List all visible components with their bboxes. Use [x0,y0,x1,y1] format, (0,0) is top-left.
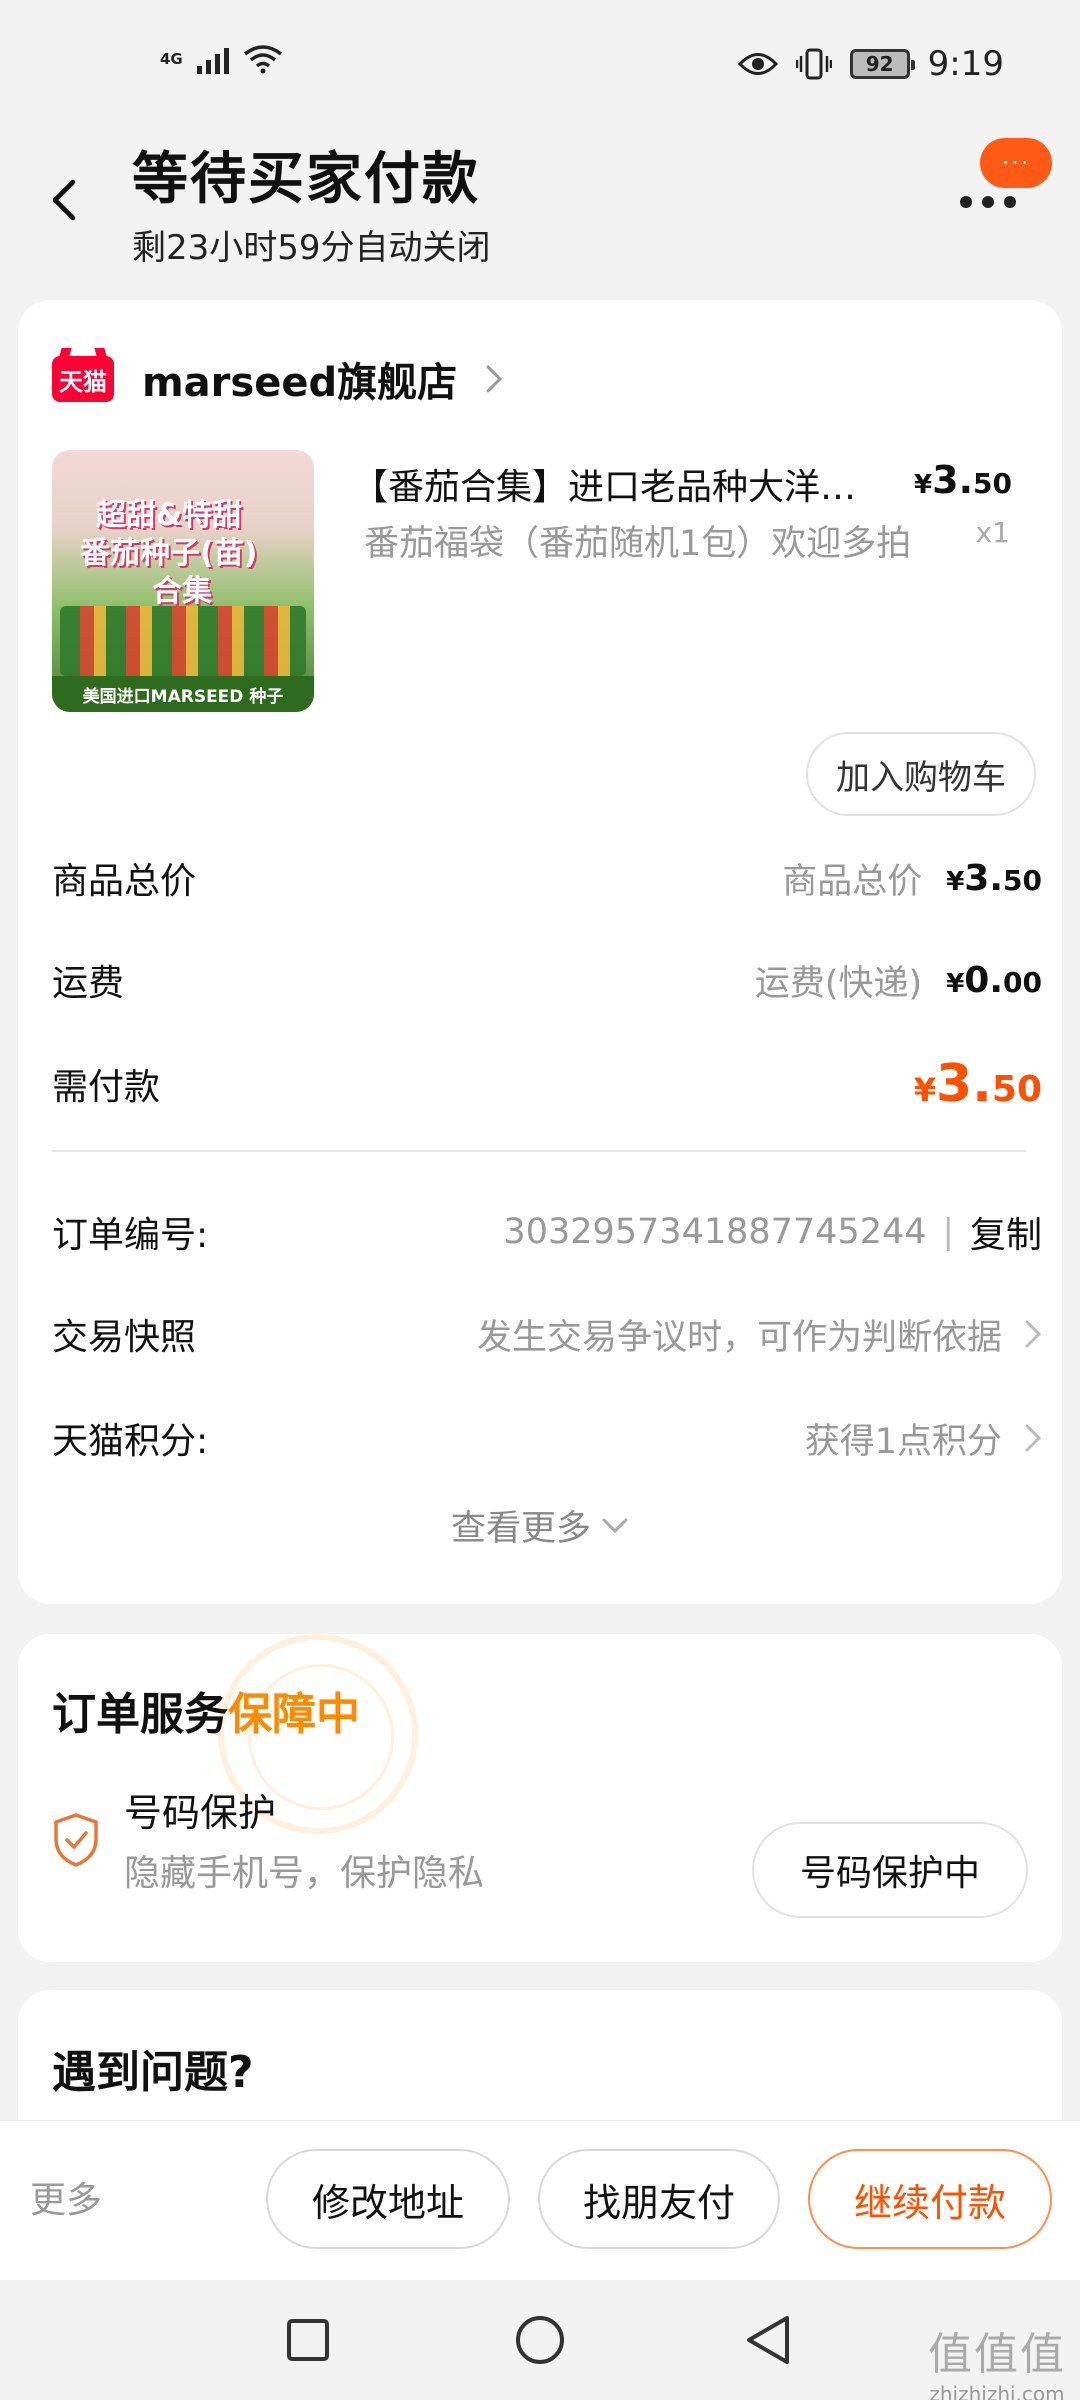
clock: 9:19 [927,44,1004,84]
currency-symbol: ¥ [946,968,965,999]
countdown-text: 剩23小时59分自动关闭 [132,228,491,268]
triangle-back-icon [747,2316,789,2364]
amount-due-value: ¥3.50 [914,1054,1042,1114]
chevron-right-icon [485,364,503,394]
wifi-icon [243,45,282,74]
message-bubble-icon: ··· [980,138,1052,188]
amount-integer: 0. [964,959,1004,1001]
shop-name: marseed旗舰店 [142,360,458,406]
site-watermark: 值值值 zhizhizhi.com [928,2318,1066,2400]
image-text-line3: 合集 [152,574,212,609]
more-dots-icon [960,196,1016,208]
help-title: 遇到问题? [52,2047,254,2098]
status-bar: 4G 92 9:19 [0,0,1080,120]
page-title: 等待买家付款 [132,147,480,212]
separator: | [942,1212,954,1252]
vibrate-icon [795,48,832,80]
product-sku: 番茄福袋（番茄随机1包）欢迎多拍 [364,524,912,564]
product-title: 【番茄合集】进口老品种大洋… [352,467,857,508]
row-tmall-points[interactable]: 天猫积分: 获得1点积分 [52,1408,1042,1468]
currency-symbol: ¥ [913,1071,936,1109]
price-integer: 3. [932,458,974,502]
continue-payment-button[interactable]: 继续付款 [808,2149,1052,2249]
circle-icon [516,2316,564,2364]
shop-link[interactable]: 天猫 marseed旗舰店 [52,350,503,408]
chevron-right-icon [1025,1424,1042,1452]
back-button[interactable] [44,170,84,230]
points-label: 天猫积分: [52,1421,209,1462]
goods-total-amount: ¥3.50 [946,858,1042,899]
battery-level: 92 [865,52,894,76]
battery-icon: 92 [849,49,915,79]
home-button[interactable] [510,2310,570,2370]
snapshot-note: 发生交易争议时，可作为判断依据 [476,1317,1002,1358]
number-protection-title: 号码保护 [124,1791,277,1835]
chevron-down-icon [602,1518,628,1533]
recent-apps-button[interactable] [278,2310,338,2370]
service-title: 订单服务保障中 [52,1678,360,1742]
watermark-glyphs: 值值值 [928,2329,1066,2380]
service-title-text: 订单服务 [52,1689,228,1740]
row-amount-due: 需付款 ¥3.50 [52,1054,1042,1114]
currency-symbol: ¥ [914,470,933,500]
system-back-button[interactable] [738,2310,798,2370]
image-text-strip: 美国进口MARSEED 种子 [52,676,314,712]
amount-integer: 3. [935,1054,992,1114]
goods-total-note: 商品总价 [782,861,923,902]
help-card: 遇到问题? [18,1990,1062,2120]
network-type: 4G [160,49,183,68]
amount-decimal: 00 [1003,965,1042,999]
product-price: ¥3.50 [914,458,1012,502]
status-left: 4G [160,44,283,74]
price-decimal: 50 [973,467,1012,500]
amount-decimal: 50 [991,1069,1042,1110]
divider [52,1150,1026,1152]
friend-pay-button[interactable]: 找朋友付 [538,2149,780,2249]
row-goods-total: 商品总价 商品总价 ¥3.50 [52,848,1042,908]
number-protection-desc: 隐藏手机号，保护隐私 [124,1853,485,1894]
page-header: 等待买家付款 剩23小时59分自动关闭 ··· [0,120,1080,290]
copy-button[interactable]: 复制 [970,1206,1042,1258]
order-service-card: 订单服务保障中 号码保护 隐藏手机号，保护隐私 号码保护中 [18,1634,1062,1962]
number-protection-button[interactable]: 号码保护中 [752,1822,1028,1918]
product-item[interactable]: 超甜&特甜 番茄种子(苗) 合集 美国进口MARSEED 种子 【番茄合集】进口… [52,450,1032,720]
product-quantity: x1 [975,516,1010,549]
order-number-label: 订单编号: [52,1215,209,1256]
product-image[interactable]: 超甜&特甜 番茄种子(苗) 合集 美国进口MARSEED 种子 [52,450,314,712]
amount-due-label: 需付款 [52,1067,161,1108]
signal-icon [196,44,229,74]
view-more-button[interactable]: 查看更多 [18,1500,1062,1551]
shipping-amount: ¥0.00 [946,960,1042,1001]
modify-address-button[interactable]: 修改地址 [266,2149,510,2249]
square-icon [287,2319,329,2361]
chevron-left-icon [52,179,76,221]
amount-decimal: 50 [1003,863,1042,897]
system-nav-bar: 值值值 zhizhizhi.com [0,2280,1080,2400]
row-order-number: 订单编号: 3032957341887745244 | 复制 [52,1202,1042,1262]
order-number-value: 3032957341887745244 [503,1212,927,1252]
goods-total-label: 商品总价 [52,861,197,902]
chevron-right-icon [1025,1320,1042,1348]
bottom-action-bar: 更多 修改地址 找朋友付 继续付款 [0,2120,1080,2280]
snapshot-label: 交易快照 [52,1317,197,1358]
service-status: 保障中 [228,1689,360,1740]
view-more-label: 查看更多 [450,1509,591,1549]
add-to-cart-button[interactable]: 加入购物车 [806,732,1036,816]
points-note: 获得1点积分 [804,1421,1002,1462]
watermark-url: zhizhizhi.com [929,2382,1065,2400]
shipping-label: 运费 [52,963,125,1004]
tmall-logo: 天猫 [52,356,114,402]
amount-integer: 3. [964,857,1004,899]
more-menu-button[interactable]: ··· [950,130,1052,240]
eye-icon [737,53,778,75]
shipping-note: 运费(快递) [754,963,923,1004]
seed-packets-graphic [60,606,306,676]
row-trade-snapshot[interactable]: 交易快照 发生交易争议时，可作为判断依据 [52,1304,1042,1364]
more-actions-button[interactable]: 更多 [30,2171,102,2223]
currency-symbol: ¥ [946,866,965,897]
order-card: 天猫 marseed旗舰店 超甜&特甜 番茄种子(苗) 合集 美国进口MARSE… [18,300,1062,1604]
status-right: 92 9:19 [737,44,1004,84]
shield-check-icon [54,1813,98,1867]
row-shipping: 运费 运费(快递) ¥0.00 [52,950,1042,1010]
